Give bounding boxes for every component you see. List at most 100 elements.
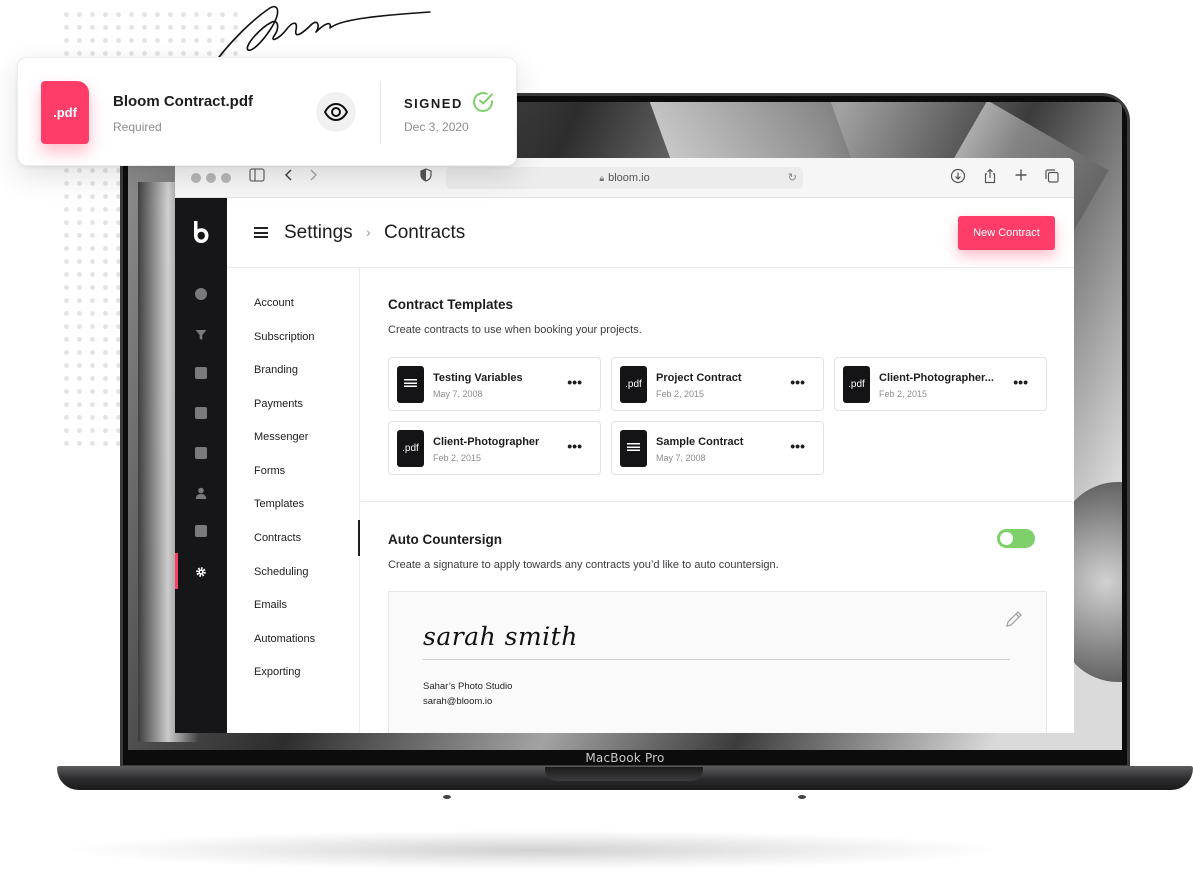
- document-icon: [620, 430, 647, 467]
- more-options-icon[interactable]: •••: [567, 438, 582, 454]
- more-options-icon[interactable]: •••: [790, 438, 805, 454]
- chat-icon[interactable]: [195, 407, 207, 419]
- gear-icon[interactable]: [195, 565, 207, 577]
- template-card-date: Feb 2, 2015: [879, 389, 928, 399]
- templates-section-description: Create contracts to use when booking you…: [388, 324, 642, 336]
- signature-text: sarah smith: [423, 622, 578, 651]
- template-card[interactable]: .pdf Client-Photographer Feb 2, 2015 •••: [388, 421, 601, 475]
- template-card-date: May 7, 2008: [656, 453, 706, 463]
- sidebar-toggle-icon[interactable]: [247, 168, 267, 188]
- rail-active-indicator: [175, 553, 178, 589]
- signed-document-card[interactable]: .pdf Bloom Contract.pdf Required SIGNED …: [17, 57, 517, 166]
- countersign-section-title: Auto Countersign: [388, 532, 502, 547]
- laptop-foot: [443, 795, 451, 799]
- document-icon: [397, 366, 424, 403]
- auto-countersign-toggle[interactable]: [997, 529, 1035, 548]
- info-icon[interactable]: [195, 288, 207, 300]
- document-name: Bloom Contract.pdf: [113, 93, 253, 110]
- download-icon[interactable]: [948, 168, 968, 188]
- more-options-icon[interactable]: •••: [1013, 374, 1028, 390]
- template-card-title: Client-Photographer...: [879, 372, 994, 384]
- settings-nav: Account Subscription Branding Payments M…: [227, 268, 360, 733]
- bloom-logo[interactable]: [191, 220, 211, 244]
- forward-chevron-icon[interactable]: [303, 168, 323, 188]
- nav-item-emails[interactable]: Emails: [254, 599, 287, 611]
- template-card[interactable]: .pdf Client-Photographer... Feb 2, 2015 …: [834, 357, 1047, 411]
- nav-item-exporting[interactable]: Exporting: [254, 666, 300, 678]
- nav-item-forms[interactable]: Forms: [254, 465, 285, 477]
- template-card[interactable]: Testing Variables May 7, 2008 •••: [388, 357, 601, 411]
- preview-button[interactable]: [316, 92, 356, 132]
- device-label: MacBook Pro: [585, 751, 665, 765]
- window-close-dot[interactable]: [191, 173, 201, 183]
- document-requirement: Required: [113, 120, 162, 134]
- reload-icon[interactable]: ↻: [788, 167, 797, 189]
- signed-date: Dec 3, 2020: [404, 120, 469, 134]
- signature-email: sarah@bloom.io: [423, 696, 493, 707]
- pdf-file-icon: .pdf: [843, 366, 870, 403]
- contracts-content: Contract Templates Create contracts to u…: [361, 268, 1074, 733]
- nav-item-payments[interactable]: Payments: [254, 398, 303, 410]
- template-card-date: Feb 2, 2015: [656, 389, 705, 399]
- template-card-title: Testing Variables: [433, 372, 523, 384]
- pdf-file-icon: .pdf: [41, 81, 89, 144]
- signature-line: [423, 659, 1010, 660]
- browser-window: 🔒︎ bloom.io ↻ Settings › Contracts New C…: [175, 158, 1074, 733]
- countersign-section-description: Create a signature to apply towards any …: [388, 559, 779, 571]
- section-divider: [361, 501, 1074, 502]
- nav-item-branding[interactable]: Branding: [254, 364, 298, 376]
- new-tab-plus-icon[interactable]: [1011, 168, 1031, 188]
- template-card-title: Sample Contract: [656, 436, 744, 448]
- page-header: Settings › Contracts New Contract: [227, 198, 1074, 268]
- pdf-file-icon: .pdf: [620, 366, 647, 403]
- more-options-icon[interactable]: •••: [790, 374, 805, 390]
- pencil-edit-icon[interactable]: [1003, 608, 1025, 630]
- window-minimize-dot[interactable]: [206, 173, 216, 183]
- address-bar[interactable]: 🔒︎ bloom.io ↻: [446, 167, 803, 189]
- nav-item-contracts[interactable]: Contracts: [254, 532, 301, 544]
- template-card-date: May 7, 2008: [433, 389, 483, 399]
- privacy-shield-icon[interactable]: [416, 168, 436, 188]
- template-card[interactable]: .pdf Project Contract Feb 2, 2015 •••: [611, 357, 824, 411]
- eye-icon: [323, 102, 349, 122]
- share-icon[interactable]: [980, 168, 1000, 188]
- card-divider: [380, 81, 381, 144]
- template-card-title: Project Contract: [656, 372, 742, 384]
- nav-active-indicator: [358, 520, 360, 556]
- nav-item-scheduling[interactable]: Scheduling: [254, 566, 308, 578]
- template-card[interactable]: Sample Contract May 7, 2008 •••: [611, 421, 824, 475]
- funnel-icon[interactable]: [195, 328, 207, 340]
- template-card-date: Feb 2, 2015: [433, 453, 482, 463]
- calendar-icon[interactable]: [195, 447, 207, 459]
- hamburger-menu-icon[interactable]: [254, 227, 268, 238]
- templates-section-title: Contract Templates: [388, 297, 514, 312]
- person-icon[interactable]: [195, 486, 207, 499]
- nav-item-account[interactable]: Account: [254, 297, 294, 309]
- nav-item-subscription[interactable]: Subscription: [254, 331, 315, 343]
- nav-item-messenger[interactable]: Messenger: [254, 431, 308, 443]
- check-circle-icon: [473, 92, 493, 112]
- lock-icon: 🔒︎: [599, 173, 605, 183]
- toggle-knob: [1000, 532, 1013, 545]
- template-card-title: Client-Photographer: [433, 436, 540, 448]
- url-text: bloom.io: [608, 172, 650, 184]
- pdf-file-icon: .pdf: [397, 430, 424, 467]
- signature-box[interactable]: sarah smith Sahar’s Photo Studio sarah@b…: [388, 591, 1047, 733]
- tab-overview-icon[interactable]: [1042, 168, 1062, 188]
- laptop-foot: [798, 795, 806, 799]
- signed-status-label: SIGNED: [404, 96, 463, 111]
- more-options-icon[interactable]: •••: [567, 374, 582, 390]
- back-chevron-icon[interactable]: [279, 168, 299, 188]
- new-contract-button[interactable]: New Contract: [958, 216, 1055, 250]
- nav-item-templates[interactable]: Templates: [254, 498, 304, 510]
- laptop-notch: [545, 767, 703, 781]
- document-icon[interactable]: [195, 525, 207, 537]
- breadcrumb-settings[interactable]: Settings: [284, 222, 353, 244]
- app-sidebar-rail: [175, 198, 227, 733]
- breadcrumb-separator-icon: ›: [366, 224, 371, 240]
- signature-studio: Sahar’s Photo Studio: [423, 681, 513, 692]
- nav-item-automations[interactable]: Automations: [254, 633, 315, 645]
- window-zoom-dot[interactable]: [221, 173, 231, 183]
- briefcase-icon[interactable]: [195, 367, 207, 379]
- floor-shadow: [60, 830, 1010, 870]
